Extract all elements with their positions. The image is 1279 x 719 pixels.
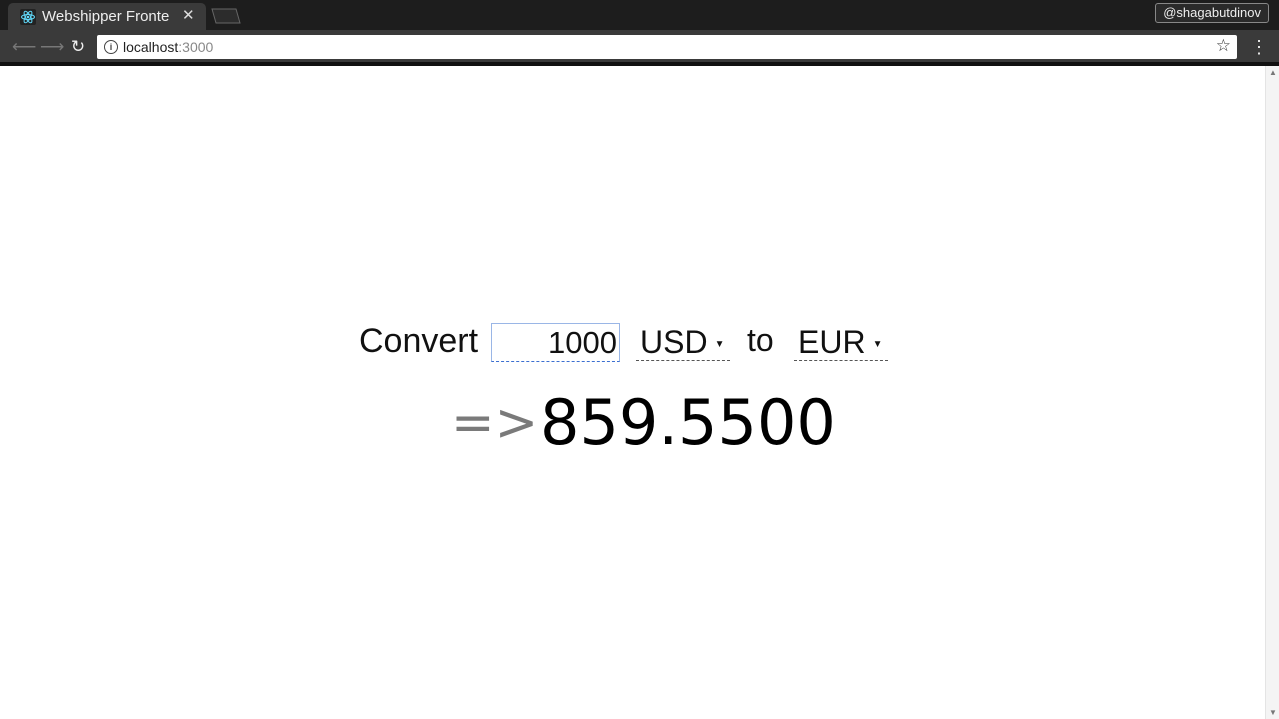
react-logo-icon (20, 9, 36, 25)
from-currency-value: USD (640, 324, 708, 360)
arrow-left-icon[interactable]: ⟵ (12, 37, 36, 57)
vertical-scrollbar[interactable]: ▲ ▼ (1265, 66, 1279, 719)
to-label: to (747, 322, 774, 358)
amount-input[interactable] (491, 323, 620, 362)
conversion-result: 859.5500 (540, 386, 836, 459)
close-icon[interactable]: ✕ (182, 6, 195, 24)
url-text: localhost:3000 (123, 39, 214, 55)
scroll-up-arrow-icon[interactable]: ▲ (1269, 68, 1277, 77)
dropdown-caret-icon: ▼ (872, 338, 883, 350)
convert-label: Convert (359, 322, 479, 360)
address-bar[interactable]: i localhost:3000 ☆ (97, 35, 1237, 59)
info-icon[interactable]: i (104, 40, 118, 54)
browser-tab-active[interactable]: Webshipper Fronte ✕ (8, 3, 206, 30)
dropdown-caret-icon: ▼ (714, 338, 725, 350)
tab-title: Webshipper Fronte (42, 8, 170, 25)
tab-strip: Webshipper Fronte ✕ @shagabutdinov (0, 0, 1279, 30)
arrow-right-icon[interactable]: ⟶ (40, 37, 64, 57)
new-tab-button[interactable] (210, 8, 242, 24)
kebab-menu-icon[interactable]: ⋮ (1250, 36, 1268, 58)
result-arrow: => (451, 393, 539, 453)
reload-icon[interactable]: ↻ (68, 37, 88, 57)
to-currency-select[interactable]: EUR ▼ (794, 323, 888, 361)
profile-button[interactable]: @shagabutdinov (1155, 3, 1269, 23)
star-icon[interactable]: ☆ (1216, 36, 1231, 56)
from-currency-select[interactable]: USD ▼ (636, 323, 730, 361)
to-currency-value: EUR (798, 324, 866, 360)
scroll-down-arrow-icon[interactable]: ▼ (1269, 708, 1277, 717)
